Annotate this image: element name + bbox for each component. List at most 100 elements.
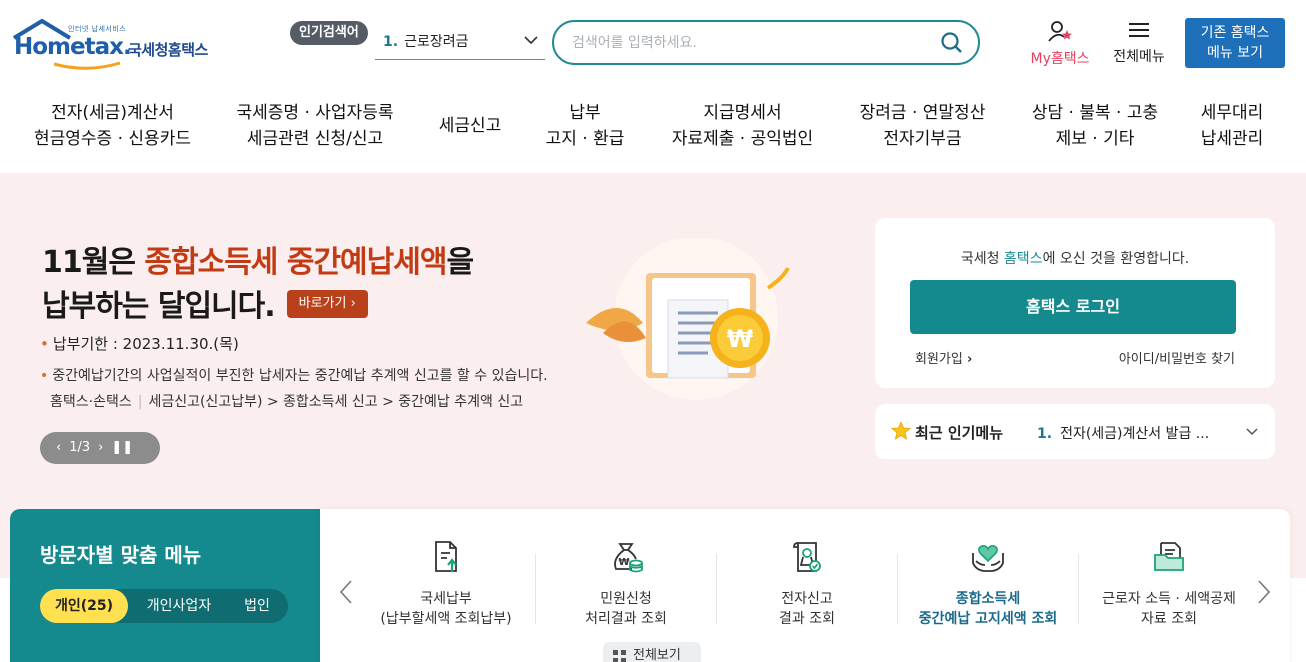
- gnb-tax-filing[interactable]: 세금신고: [425, 113, 515, 139]
- welcome-highlight: 홈택스: [1003, 251, 1043, 267]
- gnb-certificate[interactable]: 국세증명 · 사업자등록세금관련 신청/신고: [225, 100, 405, 152]
- find-id-password-link[interactable]: 아이디/비밀번호 찾기: [1119, 348, 1235, 367]
- search-input[interactable]: [572, 32, 912, 54]
- pager-count: 1/3: [69, 440, 91, 455]
- gnb-incentive[interactable]: 장려금 · 연말정산 전자기부금: [850, 100, 995, 152]
- quick-item-worker-deduction[interactable]: 근로자 소득 · 세액공제 자료 조회: [1079, 509, 1259, 662]
- chevron-down-icon: [524, 36, 538, 45]
- go-button[interactable]: 바로가기 ›: [286, 289, 368, 318]
- tab-individual[interactable]: 개인(25): [40, 589, 128, 623]
- hero-title: 11월은 종합소득세 중간예납세액을 납부하는 달입니다. 바로가기 ›: [42, 241, 474, 329]
- recent-menu-value: 1. 전자(세금)계산서 발급 ...: [1037, 423, 1209, 443]
- popular-search-select[interactable]: 1. 근로장려금: [375, 28, 545, 60]
- hero-desc-text: 중간예납기간의 사업실적이 부진한 납세자는 중간예납 추계액 신고를 할 수 …: [52, 368, 548, 384]
- popular-search-badge: 인기검색어: [290, 21, 368, 45]
- money-bag-icon: ₩: [614, 543, 643, 573]
- gnb-label: 납세관리: [1200, 129, 1264, 149]
- prev-icon[interactable]: ‹: [56, 432, 61, 464]
- gnb-label: 지급명세서: [703, 103, 782, 123]
- hometax-logo[interactable]: 인터넷 납세서비스 Hometax. 국세청홈택스: [12, 18, 227, 70]
- gnb-label: 세무대리: [1200, 103, 1264, 123]
- quick-line1: 근로자 소득 · 세액공제: [1102, 591, 1236, 607]
- svg-text:₩: ₩: [727, 325, 754, 353]
- recent-popular-menu[interactable]: 최근 인기메뉴 1. 전자(세금)계산서 발급 ...: [875, 404, 1275, 459]
- quick-item-label: 민원신청 처리결과 조회: [536, 589, 716, 629]
- bullet-icon: •: [40, 335, 49, 353]
- logo-name: 국세청홈택스: [128, 41, 208, 59]
- hero-description: • 중간예납기간의 사업실적이 부진한 납세자는 중간예납 추계액 신고를 할 수…: [40, 365, 548, 385]
- gnb-label: 현금영수증 · 신용카드: [34, 129, 191, 149]
- my-hometax-label: My홈택스: [1030, 51, 1090, 67]
- view-all-button[interactable]: 전체보기: [603, 642, 701, 662]
- star-icon: [891, 421, 911, 440]
- quick-line2: 처리결과 조회: [585, 611, 667, 627]
- certificate-icon: [793, 542, 821, 572]
- grid-icon: [613, 650, 626, 662]
- user-star-icon: [1048, 21, 1072, 42]
- chevron-right-icon[interactable]: [1256, 579, 1272, 605]
- all-menu-label: 전체메뉴: [1113, 49, 1165, 65]
- go-button-label: 바로가기: [298, 295, 347, 311]
- quick-item-interim-prepayment[interactable]: 종합소득세 중간예납 고지세액 조회: [898, 509, 1078, 662]
- join-label: 회원가입: [915, 352, 963, 367]
- welcome-text: 국세청 홈택스에 오신 것을 환영합니다.: [875, 248, 1275, 268]
- bullet-icon: •: [40, 368, 49, 384]
- folder-document-icon: [1154, 542, 1184, 571]
- chevron-left-icon[interactable]: [338, 579, 354, 605]
- logo-wordmark: Hometax.: [14, 34, 132, 60]
- old-hometax-button[interactable]: 기존 홈택스 메뉴 보기: [1185, 18, 1285, 68]
- search-icon[interactable]: [940, 31, 964, 55]
- gnb-consult[interactable]: 상담 · 불복 · 고충 제보 · 기타: [1020, 100, 1170, 152]
- next-icon[interactable]: ›: [98, 432, 103, 464]
- due-date: 2023.11.30.(목): [122, 335, 239, 353]
- gnb-label: 세금관련 신청/신고: [246, 129, 384, 149]
- hero-title-line2: 납부하는 달입니다.: [42, 289, 276, 324]
- gnb-payment-statement[interactable]: 지급명세서 자료제출 · 공익법인: [665, 100, 820, 152]
- join-link[interactable]: 회원가입 ›: [915, 348, 972, 367]
- login-button[interactable]: 홈택스 로그인: [910, 280, 1236, 334]
- my-hometax-button[interactable]: My홈택스: [1024, 20, 1096, 68]
- recent-value-text: 전자(세금)계산서 발급 ...: [1060, 426, 1210, 442]
- visitor-menu-panel: 방문자별 맞춤 메뉴 개인(25) 개인사업자 법인: [10, 509, 320, 662]
- gnb-payment[interactable]: 납부 고지 · 환급: [535, 100, 635, 152]
- welcome-part: 국세청: [960, 251, 1004, 267]
- quick-line2: (납부할세액 조회납부): [380, 611, 512, 627]
- hero-due: • 납부기한 : 2023.11.30.(목): [40, 333, 239, 354]
- gnb-label: 전자(세금)계산서: [51, 103, 174, 123]
- hero-path: 홈택스·손택스 | 세금신고(신고납부) > 종합소득세 신고 > 중간예납 추계액…: [50, 391, 523, 411]
- view-all-label: 전체보기: [633, 648, 681, 662]
- quick-item-e-filing[interactable]: 전자신고결과 조회: [717, 509, 897, 662]
- banner-pager: ‹ 1/3 › ❚❚: [40, 432, 160, 464]
- tab-sole-proprietor[interactable]: 개인사업자: [136, 589, 222, 623]
- old-hometax-line2: 메뉴 보기: [1207, 45, 1263, 61]
- hero-title-highlight: 종합소득세 중간예납세액: [144, 245, 447, 280]
- global-navigation: 전자(세금)계산서현금영수증 · 신용카드 국세증명 · 사업자등록세금관련 신…: [0, 100, 1306, 156]
- gnb-label: 세금신고: [438, 116, 502, 136]
- gnb-label: 납부: [569, 103, 601, 123]
- separator: |: [137, 394, 143, 410]
- gnb-label: 국세증명 · 사업자등록: [236, 103, 394, 123]
- tax-document-coin-illustration: ₩: [586, 238, 790, 400]
- tab-corporation[interactable]: 법인: [230, 589, 284, 623]
- quick-item-label: 국세납부 (납부할세액 조회납부): [358, 589, 534, 629]
- quick-line1: 전자신고: [781, 591, 833, 607]
- popular-term: 근로장려금: [404, 34, 469, 50]
- gnb-label: 상담 · 불복 · 고충: [1031, 103, 1159, 123]
- pause-icon[interactable]: ❚❚: [111, 432, 133, 464]
- gnb-e-invoice[interactable]: 전자(세금)계산서현금영수증 · 신용카드: [30, 100, 195, 152]
- quick-item-label: 전자신고결과 조회: [717, 589, 897, 629]
- logo-swoosh-icon: [53, 61, 121, 70]
- gnb-label: 장려금 · 연말정산: [859, 103, 986, 123]
- document-upload-icon: [435, 541, 457, 572]
- path-service: 홈택스·손택스: [50, 394, 132, 410]
- recent-menu-label: 최근 인기메뉴: [915, 424, 1004, 442]
- gnb-tax-agent[interactable]: 세무대리납세관리: [1192, 100, 1272, 152]
- quick-item-tax-payment[interactable]: 국세납부 (납부할세액 조회납부): [358, 509, 534, 662]
- quick-line2: 결과 조회: [779, 611, 835, 627]
- chevron-right-icon: ›: [966, 352, 973, 367]
- old-hometax-line1: 기존 홈택스: [1200, 25, 1270, 41]
- quick-item-civil-petition[interactable]: ₩ 민원신청 처리결과 조회: [536, 509, 716, 662]
- welcome-part: 에 오신 것을 환영합니다.: [1042, 251, 1190, 267]
- all-menu-button[interactable]: 전체메뉴: [1108, 20, 1170, 66]
- hero-title-part: 11월은: [42, 245, 145, 280]
